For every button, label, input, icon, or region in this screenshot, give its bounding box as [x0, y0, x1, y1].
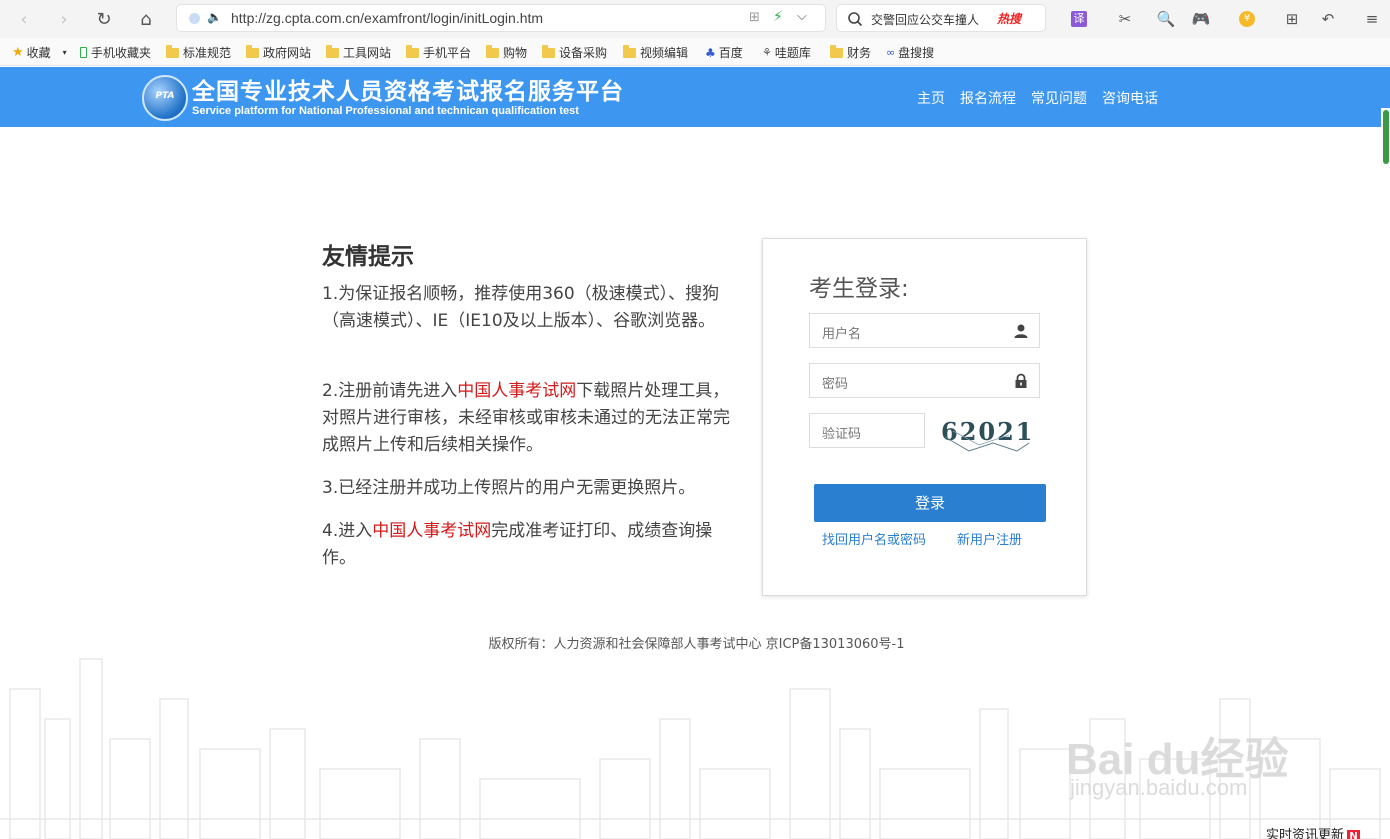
bookmark-folder[interactable]: 视频编辑	[623, 44, 693, 61]
cpta-link[interactable]: 中国人事考试网	[372, 521, 491, 541]
folder-icon	[542, 44, 555, 58]
copyright: 版权所有：人力资源和社会保障部人事考试中心 京ICP备13013060号-1	[488, 637, 905, 652]
bookmark-baidu[interactable]: ♣ 百度	[705, 44, 743, 61]
bookmark-favorites[interactable]: ★ 收藏 ▾	[12, 44, 67, 61]
bookmark-folder[interactable]: 手机平台	[406, 44, 474, 61]
captcha-noise	[944, 430, 1030, 452]
folder-icon	[486, 44, 499, 58]
home-icon[interactable]: ⌂	[134, 7, 158, 31]
login-title: 考生登录:	[809, 276, 909, 302]
search-box[interactable]: 交警回应公交车撞人 热搜	[836, 4, 1046, 32]
tip-item-4: 4.进入中国人事考试网完成准考证打印、成绩查询操作。	[322, 521, 713, 568]
url-text[interactable]: http://zg.cpta.com.cn/examfront/login/in…	[231, 10, 543, 26]
tiku-icon: ⚘	[762, 46, 772, 59]
logo-text: PTA	[155, 91, 175, 101]
login-card: 考生登录: 用户名 密码 验证码 62021 登录 找回用户名或密码 新用户注册	[762, 238, 1087, 596]
bookmark-folder[interactable]: 购物	[486, 44, 527, 61]
baidu-paw-icon: ♣	[705, 45, 716, 60]
register-link[interactable]: 新用户注册	[957, 529, 1022, 548]
hot-search-badge: 热搜	[997, 12, 1022, 26]
translate-icon[interactable]: 译	[1068, 8, 1090, 30]
wallet-icon[interactable]: ¥	[1236, 8, 1258, 30]
nav-phone[interactable]: 咨询电话	[1102, 88, 1158, 108]
password-placeholder: 密码	[822, 377, 849, 392]
search-suggestion[interactable]: 交警回应公交车撞人	[871, 11, 979, 28]
tip-item-2: 2.注册前请先进入中国人事考试网下载照片处理工具，对照片进行审核，未经审核或审核…	[322, 381, 730, 455]
user-icon	[1014, 324, 1028, 338]
magnifier-icon[interactable]: 🔍	[1155, 8, 1177, 30]
lock-icon	[1015, 373, 1027, 388]
search-icon	[848, 12, 863, 27]
login-button[interactable]: 登录	[814, 484, 1046, 522]
scrollbar-thumb[interactable]	[1383, 110, 1389, 164]
speed-icon[interactable]: ⚡	[773, 9, 783, 25]
bookmarks-bar: ★ 收藏 ▾ 手机收藏夹 标准规范 政府网站 工具网站 手机平台 购物 设备采购 视…	[0, 38, 1390, 66]
folder-icon	[166, 44, 179, 58]
username-field[interactable]: 用户名	[809, 313, 1040, 348]
bookmark-folder[interactable]: 工具网站	[326, 44, 391, 61]
pta-logo[interactable]: PTA	[142, 75, 188, 121]
folder-icon	[830, 44, 843, 58]
phone-icon	[80, 47, 87, 58]
chevron-down-icon[interactable]: ▾	[63, 48, 67, 57]
bookmark-folder[interactable]: 政府网站	[246, 44, 311, 61]
username-placeholder: 用户名	[822, 327, 862, 342]
captcha-field[interactable]: 验证码	[809, 413, 925, 448]
address-bar[interactable]: 🔈 http://zg.cpta.com.cn/examfront/login/…	[176, 4, 826, 32]
folder-icon	[406, 44, 419, 58]
menu-icon[interactable]: ≡	[1361, 8, 1383, 30]
site-info-icon[interactable]	[189, 13, 200, 24]
captcha-image[interactable]: 62021	[939, 413, 1033, 453]
bookmark-pansousou[interactable]: ∞ 盘搜搜	[886, 44, 934, 61]
bookmark-folder[interactable]: 标准规范	[166, 44, 231, 61]
folder-icon	[623, 44, 636, 58]
password-field[interactable]: 密码	[809, 363, 1040, 398]
folder-icon	[246, 44, 259, 58]
nav-home[interactable]: 主页	[917, 88, 945, 108]
cpta-link[interactable]: 中国人事考试网	[457, 381, 576, 401]
bookmark-folder[interactable]: 设备采购	[542, 44, 612, 61]
bookmark-folder[interactable]: 财务	[830, 44, 871, 61]
chevron-down-icon[interactable]: ⌵	[797, 9, 807, 24]
tip-item-3: 3.已经注册并成功上传照片的用户无需更换照片。	[322, 478, 696, 498]
undo-icon[interactable]: ↶	[1317, 8, 1339, 30]
grid-menu-icon[interactable]: ⊞	[1281, 8, 1303, 30]
nav-faq[interactable]: 常见问题	[1031, 88, 1087, 108]
reload-icon[interactable]: ↻	[92, 7, 116, 31]
browser-toolbar: ‹ › ↻ ⌂ 🔈 http://zg.cpta.com.cn/examfron…	[0, 0, 1390, 38]
back-icon[interactable]: ‹	[12, 7, 36, 31]
news-label: 实时资讯更新	[1266, 828, 1345, 839]
game-icon[interactable]: 🎮	[1190, 8, 1212, 30]
star-icon: ★	[12, 45, 24, 60]
folder-icon	[326, 44, 339, 58]
mute-icon[interactable]: 🔈	[207, 10, 222, 24]
news-corner[interactable]: 实时资讯更新 N	[1266, 824, 1361, 839]
reader-icon[interactable]: ⊞	[749, 10, 760, 25]
baidu-jingyan-watermark: Bai du经验 jingyan.baidu.com	[1066, 717, 1326, 807]
watermark-domain: jingyan.baidu.com	[1070, 775, 1248, 800]
pansousou-icon: ∞	[886, 46, 896, 59]
tip-item-1: 1.为保证报名顺畅，推荐使用360（极速模式）、搜狗（高速模式）、IE（IE10…	[322, 284, 720, 331]
main-content: 友情提示 1.为保证报名顺畅，推荐使用360（极速模式）、搜狗（高速模式）、IE…	[0, 127, 1390, 839]
tips-title: 友情提示	[322, 244, 414, 270]
bookmark-mobile[interactable]: 手机收藏夹	[80, 44, 151, 61]
forward-icon[interactable]: ›	[52, 7, 76, 31]
news-badge: N	[1347, 830, 1361, 839]
site-header: PTA 全国专业技术人员资格考试报名服务平台 Service platform …	[0, 67, 1390, 127]
bookmark-tiku[interactable]: ⚘ 哇题库	[762, 44, 811, 61]
scissors-icon[interactable]: ✂	[1114, 8, 1136, 30]
captcha-placeholder: 验证码	[822, 427, 862, 442]
forgot-credentials-link[interactable]: 找回用户名或密码	[822, 529, 926, 548]
site-subtitle: Service platform for National Profession…	[192, 105, 579, 117]
nav-process[interactable]: 报名流程	[960, 88, 1016, 108]
site-title: 全国专业技术人员资格考试报名服务平台	[192, 79, 624, 105]
